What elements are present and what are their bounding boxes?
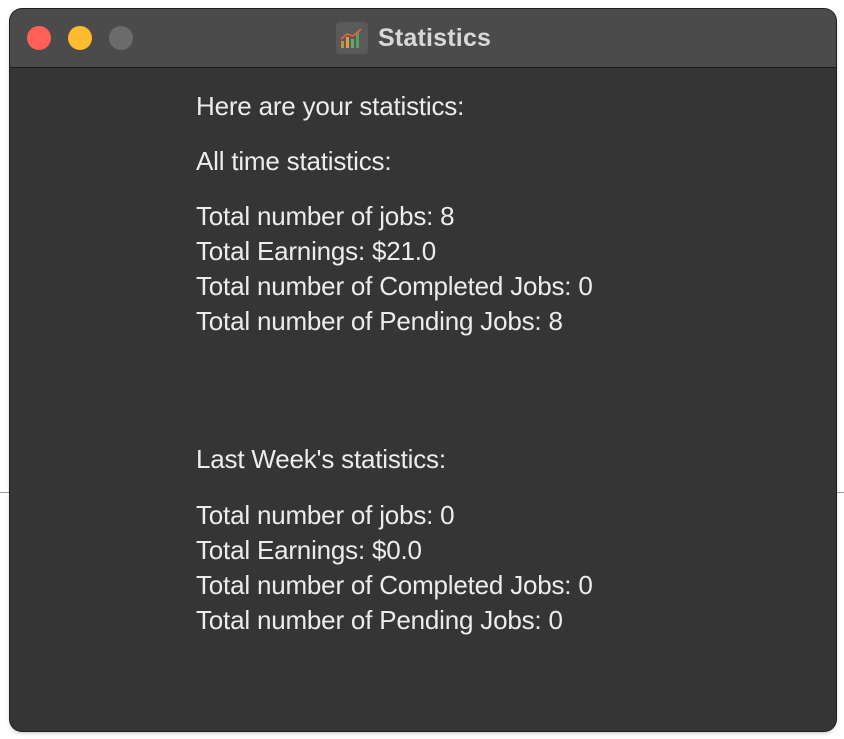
close-button[interactable] bbox=[27, 26, 51, 50]
last-week-total-earnings: Total Earnings: $0.0 bbox=[196, 535, 422, 565]
zoom-button[interactable] bbox=[109, 26, 133, 50]
window-title-group: Statistics bbox=[336, 22, 491, 54]
statistics-window: Statistics Here are your statistics: All… bbox=[10, 9, 836, 731]
title-bar[interactable]: Statistics bbox=[10, 9, 836, 68]
last-week-total-jobs: Total number of jobs: 0 bbox=[196, 500, 455, 530]
last-week-heading: Last Week's statistics: bbox=[196, 444, 446, 474]
background-edge-right bbox=[836, 492, 844, 493]
window-title: Statistics bbox=[378, 23, 492, 52]
last-week-completed-jobs: Total number of Completed Jobs: 0 bbox=[196, 570, 593, 600]
last-week-pending-jobs: Total number of Pending Jobs: 0 bbox=[196, 605, 563, 635]
all-time-completed-jobs: Total number of Completed Jobs: 0 bbox=[196, 271, 593, 301]
all-time-heading: All time statistics: bbox=[196, 146, 392, 176]
all-time-total-jobs: Total number of jobs: 8 bbox=[196, 201, 455, 231]
all-time-total-earnings: Total Earnings: $21.0 bbox=[196, 236, 437, 266]
minimize-button[interactable] bbox=[68, 26, 92, 50]
bar-chart-icon bbox=[336, 22, 368, 54]
all-time-pending-jobs: Total number of Pending Jobs: 8 bbox=[196, 306, 563, 336]
background-edge-left bbox=[0, 492, 10, 493]
statistics-content: Here are your statistics: All time stati… bbox=[10, 68, 836, 731]
intro-text: Here are your statistics: bbox=[196, 91, 465, 121]
